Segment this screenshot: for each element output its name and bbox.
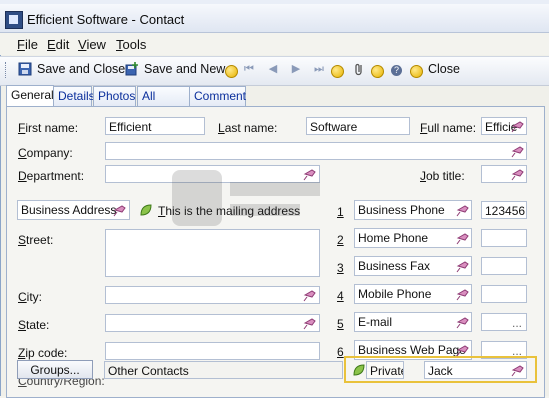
phone-number-3: 3 [337, 261, 344, 275]
close-button[interactable]: Close [428, 62, 460, 76]
full-name-label: Full name: [420, 121, 477, 135]
zip-code-label: Zip code: [18, 346, 68, 360]
pushpin-icon[interactable] [511, 119, 525, 133]
state-label: State: [18, 318, 50, 332]
save-and-close-button[interactable]: Save and Close [37, 62, 125, 76]
save-icon[interactable] [18, 62, 32, 76]
leaf-icon[interactable] [352, 363, 366, 377]
phone-type-3[interactable]: Business Fax [354, 256, 472, 276]
menu-edit[interactable]: Edit [47, 37, 69, 52]
state-field[interactable] [105, 314, 320, 332]
phone-field-3[interactable] [481, 257, 527, 275]
leaf-icon[interactable] [139, 203, 153, 217]
tab-strip: General Details Photos All Fields Commen… [6, 85, 246, 122]
tab-details[interactable]: Details [53, 86, 95, 106]
pushpin-icon[interactable] [456, 203, 470, 217]
pushpin-icon[interactable] [303, 288, 317, 302]
pushpin-icon[interactable] [456, 315, 470, 329]
follow-up-icon[interactable] [371, 65, 384, 78]
phone-number-6: 6 [337, 345, 344, 359]
phone-number-2: 2 [337, 233, 344, 247]
tab-all-fields[interactable]: All Fields [137, 86, 190, 122]
phone-number-1: 1 [337, 205, 344, 219]
pushpin-icon[interactable] [456, 343, 470, 357]
toolbar-grip[interactable] [5, 62, 9, 78]
options-icon[interactable] [410, 65, 423, 78]
phone-type-2[interactable]: Home Phone [354, 228, 472, 248]
company-label: Company: [18, 146, 73, 160]
menu-tools[interactable]: Tools [116, 37, 146, 52]
phone-field-4[interactable] [481, 285, 527, 303]
pushpin-icon[interactable] [456, 287, 470, 301]
last-record-icon[interactable]: ⏭ [313, 63, 325, 75]
tab-photos[interactable]: Photos [93, 86, 136, 106]
menu-view[interactable]: View [78, 37, 106, 52]
categorize-icon[interactable] [331, 65, 344, 78]
menu-bar: File Edit View Tools [0, 33, 549, 55]
attach-icon[interactable] [352, 62, 366, 76]
pushpin-icon[interactable] [456, 231, 470, 245]
groups-button[interactable]: Groups... [17, 360, 93, 379]
phone-field-1[interactable]: 123456 [481, 201, 527, 219]
previous-record-icon[interactable]: ◀ [267, 63, 279, 75]
pushpin-icon[interactable] [511, 144, 525, 158]
department-label: Department: [18, 169, 85, 183]
phone-field-2[interactable] [481, 229, 527, 247]
next-record-icon[interactable]: ▶ [290, 63, 302, 75]
pushpin-icon[interactable] [456, 259, 470, 273]
first-name-field[interactable]: Efficient [105, 117, 205, 135]
street-label: Street: [18, 233, 54, 247]
save-and-new-button[interactable]: Save and New [144, 62, 225, 76]
menu-file[interactable]: File [17, 37, 38, 52]
phone-number-4: 4 [337, 289, 344, 303]
flag-icon[interactable] [225, 65, 238, 78]
phone-type-4[interactable]: Mobile Phone [354, 284, 472, 304]
pushpin-icon[interactable] [511, 363, 525, 377]
pushpin-icon[interactable] [113, 203, 127, 217]
private-toggle[interactable]: Private [366, 361, 404, 379]
tab-general[interactable]: General [6, 85, 54, 107]
help-icon[interactable]: ? [391, 65, 402, 76]
phone-type-1[interactable]: Business Phone [354, 200, 472, 220]
pushpin-icon[interactable] [511, 167, 525, 181]
groups-field: Other Contacts [104, 361, 343, 379]
city-field[interactable] [105, 286, 320, 304]
watermark-logo [172, 170, 320, 226]
tab-comment[interactable]: Comment [189, 86, 246, 106]
last-name-field[interactable]: Software [306, 117, 410, 135]
last-name-label: Last name: [218, 121, 278, 135]
phone-type-5[interactable]: E-mail [354, 312, 472, 332]
pushpin-icon[interactable] [303, 316, 317, 330]
city-label: City: [18, 290, 43, 304]
email-field[interactable]: ... [481, 313, 527, 331]
window-title: Efficient Software - Contact [27, 12, 185, 27]
contact-card-icon [5, 11, 23, 29]
first-record-icon[interactable]: ⏮ [243, 63, 255, 75]
first-name-label: First name: [18, 121, 79, 135]
company-field[interactable] [105, 142, 527, 160]
save-new-icon[interactable] [125, 62, 139, 76]
phone-number-5: 5 [337, 317, 344, 331]
job-title-label: Job title: [420, 169, 465, 183]
zip-code-field[interactable] [105, 342, 320, 360]
